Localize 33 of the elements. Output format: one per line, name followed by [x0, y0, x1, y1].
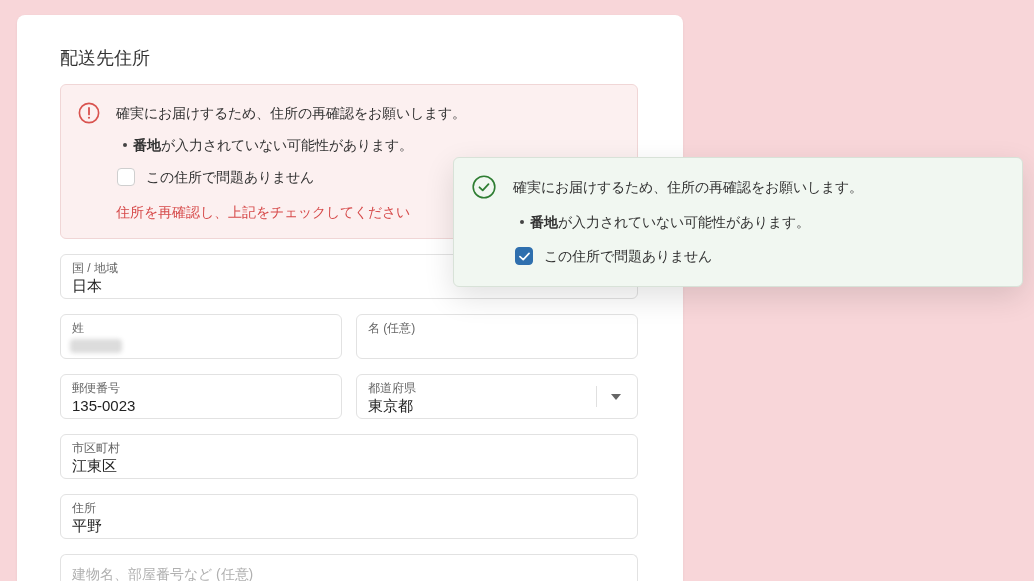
field-label: 郵便番号	[72, 381, 120, 396]
field-value: 東京都	[368, 396, 413, 415]
bullet-icon	[520, 220, 524, 224]
check-circle-icon	[472, 175, 496, 199]
error-message: 住所を再確認し、上記をチェックしてください	[116, 203, 410, 222]
text-field[interactable]: 名 (任意)	[356, 314, 638, 359]
alert-issue: 番地が入力されていない可能性があります。	[530, 213, 810, 232]
bullet-icon	[123, 143, 127, 147]
exclamation-circle-icon	[78, 102, 100, 124]
alert-issue: 番地が入力されていない可能性があります。	[133, 136, 413, 155]
field-label: 都道府県	[368, 381, 416, 396]
field-value: 平野	[72, 516, 102, 535]
field-value: 江東区	[72, 456, 117, 475]
text-field[interactable]: 市区町村 江東区	[60, 434, 638, 479]
field-placeholder: 建物名、部屋番号など (任意)	[72, 566, 254, 581]
check-icon	[518, 251, 530, 261]
checkbox[interactable]	[515, 247, 533, 265]
caret-down-icon	[611, 394, 621, 400]
field-label: 姓	[72, 321, 84, 336]
text-field[interactable]: 住所 平野	[60, 494, 638, 539]
field-label: 市区町村	[72, 441, 120, 456]
text-field[interactable]: 郵便番号 135-0023	[60, 374, 342, 419]
field-value: 日本	[72, 276, 102, 295]
select-field[interactable]: 都道府県 東京都	[356, 374, 638, 419]
field-value: 135-0023	[72, 396, 136, 415]
field-label: 名 (任意)	[368, 321, 416, 336]
checkbox-label: この住所で問題ありません	[146, 168, 314, 187]
text-field[interactable]: 姓	[60, 314, 342, 359]
alert-message: 確実にお届けするため、住所の再確認をお願いします。	[513, 178, 863, 197]
field-label: 住所	[72, 501, 96, 516]
section-title: 配送先住所	[60, 47, 150, 70]
field-label: 国 / 地域	[72, 261, 118, 276]
alert-message: 確実にお届けするため、住所の再確認をお願いします。	[116, 104, 466, 123]
